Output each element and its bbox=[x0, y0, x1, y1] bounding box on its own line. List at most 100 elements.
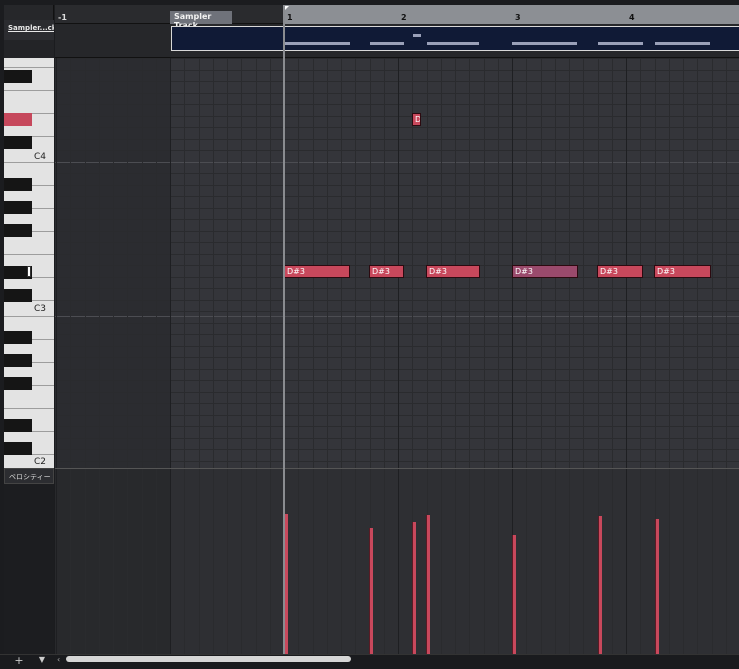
grid-row-line bbox=[55, 242, 739, 243]
beat-line bbox=[313, 58, 314, 468]
grid-row-line bbox=[55, 380, 739, 381]
beat-line bbox=[598, 58, 599, 468]
bar-line bbox=[170, 469, 171, 654]
grid-row-line bbox=[55, 219, 739, 220]
beat-line bbox=[697, 469, 698, 654]
beat-line bbox=[213, 469, 214, 654]
beat-line bbox=[583, 58, 584, 468]
grid-row-line bbox=[55, 415, 739, 416]
beat-line bbox=[655, 58, 656, 468]
beat-line bbox=[441, 58, 442, 468]
beat-line bbox=[85, 469, 86, 654]
black-key[interactable] bbox=[4, 442, 32, 455]
black-key[interactable] bbox=[4, 289, 32, 302]
black-key[interactable] bbox=[4, 354, 32, 367]
ruler-bar-4: 4 bbox=[629, 13, 635, 22]
grid-row-line bbox=[55, 116, 739, 117]
octave-divider bbox=[55, 316, 739, 317]
grid-row-line bbox=[55, 346, 739, 347]
beat-line bbox=[341, 469, 342, 654]
left-header-spacer bbox=[4, 40, 54, 58]
beat-line bbox=[526, 469, 527, 654]
note-grid[interactable] bbox=[55, 58, 739, 468]
part-overview-box[interactable] bbox=[171, 26, 739, 51]
overview-note bbox=[598, 42, 643, 45]
beat-line bbox=[555, 58, 556, 468]
ruler-bar-1: 1 bbox=[287, 13, 293, 22]
ruler-bar-2: 2 bbox=[401, 13, 407, 22]
black-key[interactable] bbox=[4, 331, 32, 344]
key-position-marker bbox=[27, 266, 31, 277]
beat-line bbox=[99, 58, 100, 468]
grid-row-line bbox=[55, 231, 739, 232]
velocity-bar[interactable] bbox=[412, 522, 416, 654]
midi-note[interactable]: D#3 bbox=[369, 265, 404, 278]
midi-note[interactable]: D bbox=[412, 113, 421, 126]
beat-line bbox=[640, 58, 641, 468]
grid-row-line bbox=[55, 173, 739, 174]
black-key[interactable] bbox=[4, 377, 32, 390]
part-name-tab[interactable]: Sampler Track bbox=[170, 11, 232, 30]
overview-note bbox=[370, 42, 404, 45]
black-key[interactable] bbox=[4, 419, 32, 432]
beat-line bbox=[270, 58, 271, 468]
black-key[interactable] bbox=[4, 201, 32, 214]
add-lane-button[interactable]: + bbox=[12, 654, 26, 667]
lane-menu-button[interactable]: ▼ bbox=[36, 655, 48, 667]
beat-line bbox=[569, 469, 570, 654]
midi-note[interactable]: D#3 bbox=[654, 265, 711, 278]
midi-note[interactable]: D#3 bbox=[597, 265, 643, 278]
grid-row-line bbox=[55, 150, 739, 151]
beat-line bbox=[669, 469, 670, 654]
piano-keyboard[interactable]: C4 C3 C2 bbox=[4, 58, 54, 468]
beat-line bbox=[99, 469, 100, 654]
grid-row-line bbox=[55, 300, 739, 301]
grid-row-line bbox=[55, 139, 739, 140]
velocity-bar[interactable] bbox=[655, 519, 659, 654]
beat-line bbox=[726, 469, 727, 654]
beat-line bbox=[213, 58, 214, 468]
grid-row-line bbox=[55, 208, 739, 209]
grid-row-line bbox=[55, 369, 739, 370]
bar-line bbox=[56, 469, 57, 654]
scroll-left-icon[interactable]: ‹ bbox=[57, 655, 65, 667]
ruler-active-range[interactable] bbox=[283, 5, 739, 24]
horizontal-scrollbar[interactable] bbox=[66, 656, 351, 662]
beat-line bbox=[384, 58, 385, 468]
ruler-bar-3: 3 bbox=[515, 13, 521, 22]
beat-line bbox=[469, 469, 470, 654]
octave-divider bbox=[55, 162, 739, 163]
beat-line bbox=[712, 58, 713, 468]
bar-line bbox=[398, 469, 399, 654]
ruler-bar-minus1: -1 bbox=[58, 13, 67, 22]
beat-line bbox=[683, 469, 684, 654]
velocity-bar[interactable] bbox=[426, 515, 430, 654]
beat-line bbox=[241, 58, 242, 468]
black-key[interactable] bbox=[4, 70, 32, 83]
midi-note[interactable]: D#3 bbox=[426, 265, 480, 278]
beat-line bbox=[484, 58, 485, 468]
velocity-bar[interactable] bbox=[598, 516, 602, 654]
playhead-cursor[interactable] bbox=[283, 5, 285, 655]
grid-row-line bbox=[55, 392, 739, 393]
black-key[interactable] bbox=[4, 224, 32, 237]
midi-note-selected[interactable]: D#3 bbox=[512, 265, 578, 278]
track-name-label[interactable]: Sampler...ck bbox=[4, 20, 54, 40]
bar-line bbox=[56, 58, 57, 468]
grid-row-line bbox=[55, 127, 739, 128]
grid-row-line bbox=[55, 104, 739, 105]
beat-line bbox=[127, 469, 128, 654]
velocity-bar[interactable] bbox=[512, 535, 516, 654]
velocity-lane-label[interactable]: ベロシティー bbox=[4, 468, 54, 484]
beat-line bbox=[341, 58, 342, 468]
octave-label-c4: C4 bbox=[34, 152, 47, 162]
left-header-corner bbox=[4, 5, 54, 20]
beat-line bbox=[712, 469, 713, 654]
beat-line bbox=[142, 469, 143, 654]
black-key[interactable] bbox=[4, 178, 32, 191]
velocity-bar[interactable] bbox=[369, 528, 373, 654]
velocity-lane[interactable] bbox=[55, 468, 739, 654]
black-key[interactable] bbox=[4, 136, 32, 149]
midi-note[interactable]: D#3 bbox=[284, 265, 350, 278]
black-key-highlighted[interactable] bbox=[4, 113, 32, 126]
